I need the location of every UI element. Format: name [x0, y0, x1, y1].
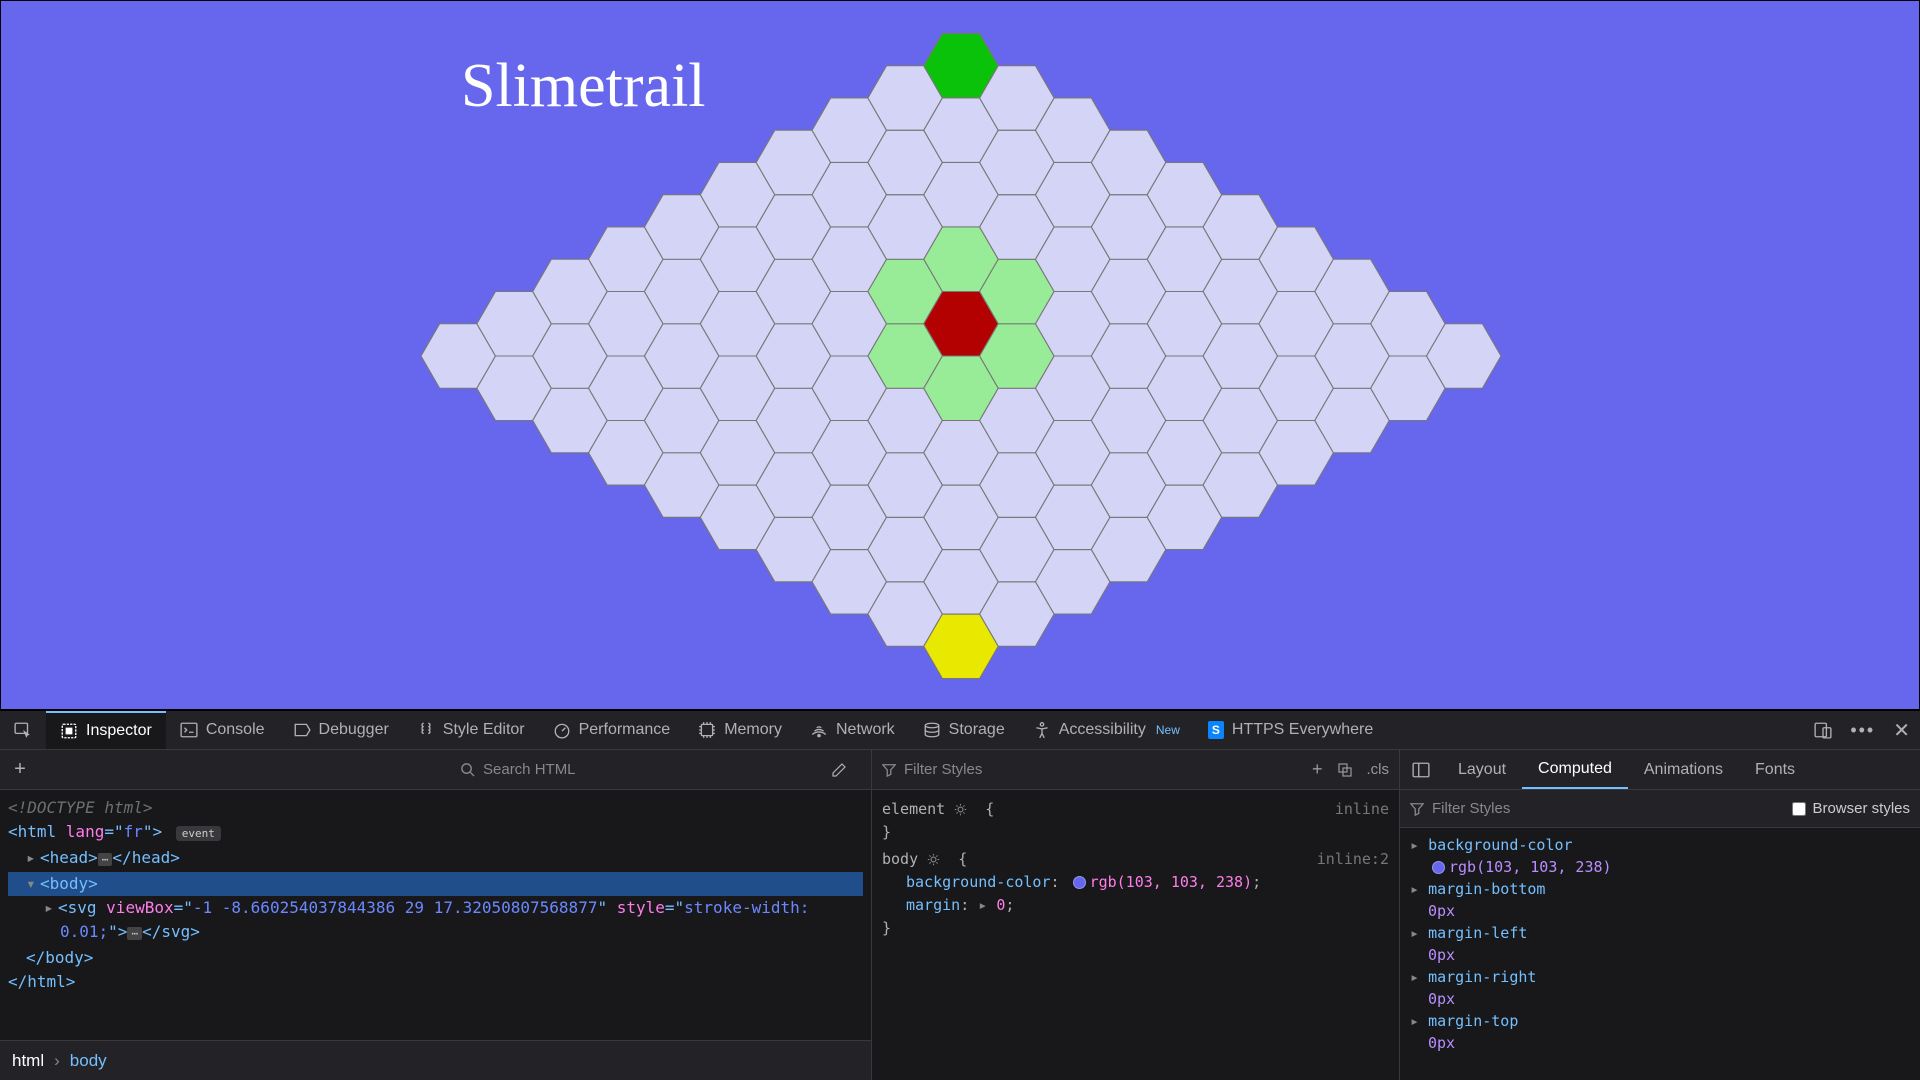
filter-styles-input[interactable]: Filter Styles: [882, 761, 1302, 778]
responsive-mode-icon[interactable]: [1814, 721, 1832, 739]
computed-prop[interactable]: ▸ margin-top: [1410, 1010, 1910, 1032]
tab-fonts-label: Fonts: [1755, 761, 1795, 779]
computed-filter-input[interactable]: Filter Styles: [1410, 800, 1782, 817]
search-html-input[interactable]: Search HTML: [460, 761, 831, 778]
rule-element: element: [882, 800, 945, 818]
tab-layout[interactable]: Layout: [1442, 750, 1522, 789]
dom-tree[interactable]: <!DOCTYPE html> <html lang="fr"> event ▸…: [0, 790, 871, 1040]
sidebar-toggle-button[interactable]: [1400, 750, 1442, 789]
computed-props[interactable]: ▸ background-colorrgb(103, 103, 238)▸ ma…: [1400, 828, 1920, 1080]
dom-selected-body[interactable]: ▾<body>: [8, 872, 863, 896]
tab-fonts[interactable]: Fonts: [1739, 750, 1811, 789]
tab-console[interactable]: Console: [166, 711, 279, 749]
new-badge: New: [1156, 723, 1180, 737]
tab-style-label: Style Editor: [443, 721, 525, 739]
add-node-button[interactable]: +: [0, 758, 40, 781]
dom-panel: + Search HTML <!DOCTYPE html> <html lang…: [0, 750, 872, 1080]
crumb-body[interactable]: body: [70, 1051, 107, 1071]
computed-value: 0px: [1410, 988, 1910, 1010]
crumb-html[interactable]: html: [12, 1051, 44, 1071]
rule-inline2: inline:2: [1317, 848, 1389, 871]
rules-panel: Filter Styles + .cls element {inline } b…: [872, 750, 1400, 1080]
tab-console-label: Console: [206, 721, 265, 739]
tab-network-label: Network: [836, 721, 895, 739]
val-bg: rgb(103, 103, 238): [1090, 873, 1253, 891]
tab-style-editor[interactable]: Style Editor: [403, 711, 539, 749]
pick-element-button[interactable]: [0, 711, 46, 749]
tab-computed[interactable]: Computed: [1522, 750, 1628, 789]
prop-bg: background-color: [906, 873, 1051, 891]
tab-inspector-label: Inspector: [86, 722, 152, 740]
color-swatch-icon[interactable]: [1073, 876, 1086, 889]
tab-computed-label: Computed: [1538, 760, 1612, 778]
computed-prop[interactable]: ▸ margin-bottom: [1410, 878, 1910, 900]
val-margin: 0: [996, 896, 1005, 914]
rule-inline: inline: [1335, 798, 1389, 821]
tab-performance[interactable]: Performance: [539, 711, 685, 749]
prop-margin: margin: [906, 896, 960, 914]
tab-layout-label: Layout: [1458, 761, 1506, 779]
event-badge[interactable]: event: [176, 826, 221, 841]
tab-accessibility-label: Accessibility: [1059, 721, 1146, 739]
meatball-menu-icon[interactable]: •••: [1850, 720, 1875, 741]
app-viewport: Slimetrail: [0, 0, 1920, 710]
browser-styles-label: Browser styles: [1812, 800, 1910, 817]
tab-animations[interactable]: Animations: [1628, 750, 1739, 789]
devtools: Inspector Console Debugger Style Editor …: [0, 710, 1920, 1080]
pseudo-class-button[interactable]: [1337, 762, 1353, 778]
filter-placeholder: Filter Styles: [904, 761, 982, 778]
tab-debugger[interactable]: Debugger: [279, 711, 403, 749]
computed-prop[interactable]: ▸ margin-left: [1410, 922, 1910, 944]
dom-doctype: <!DOCTYPE html>: [8, 798, 153, 817]
computed-value: rgb(103, 103, 238): [1410, 856, 1910, 878]
computed-value: 0px: [1410, 900, 1910, 922]
extension-https-everywhere[interactable]: S HTTPS Everywhere: [1194, 711, 1387, 749]
tab-network[interactable]: Network: [796, 711, 909, 749]
devtools-tabbar: Inspector Console Debugger Style Editor …: [0, 710, 1920, 750]
add-rule-button[interactable]: +: [1312, 759, 1323, 780]
rule-body-selector: body: [882, 850, 918, 868]
tab-accessibility[interactable]: Accessibility New: [1019, 711, 1194, 749]
breadcrumb[interactable]: html › body: [0, 1040, 871, 1080]
computed-value: 0px: [1410, 1032, 1910, 1054]
extension-label: HTTPS Everywhere: [1232, 721, 1373, 739]
hex-board[interactable]: [421, 31, 1501, 681]
tab-memory-label: Memory: [724, 721, 782, 739]
tab-inspector[interactable]: Inspector: [46, 711, 166, 749]
tab-memory[interactable]: Memory: [684, 711, 796, 749]
tab-performance-label: Performance: [579, 721, 671, 739]
computed-filter-placeholder: Filter Styles: [1432, 800, 1510, 817]
browser-styles-checkbox[interactable]: Browser styles: [1792, 800, 1910, 817]
tab-storage[interactable]: Storage: [909, 711, 1019, 749]
computed-prop[interactable]: ▸ margin-right: [1410, 966, 1910, 988]
cls-button[interactable]: .cls: [1367, 761, 1390, 778]
computed-prop[interactable]: ▸ background-color: [1410, 834, 1910, 856]
rules-body[interactable]: element {inline } body {inline:2 backgro…: [872, 790, 1399, 1080]
computed-value: 0px: [1410, 944, 1910, 966]
https-icon: S: [1208, 721, 1224, 739]
search-html-placeholder: Search HTML: [483, 761, 576, 778]
tab-debugger-label: Debugger: [319, 721, 389, 739]
tab-animations-label: Animations: [1644, 761, 1723, 779]
edit-html-button[interactable]: [831, 762, 871, 778]
close-devtools-icon[interactable]: ✕: [1893, 718, 1910, 743]
computed-panel: Layout Computed Animations Fonts Filter …: [1400, 750, 1920, 1080]
tab-storage-label: Storage: [949, 721, 1005, 739]
